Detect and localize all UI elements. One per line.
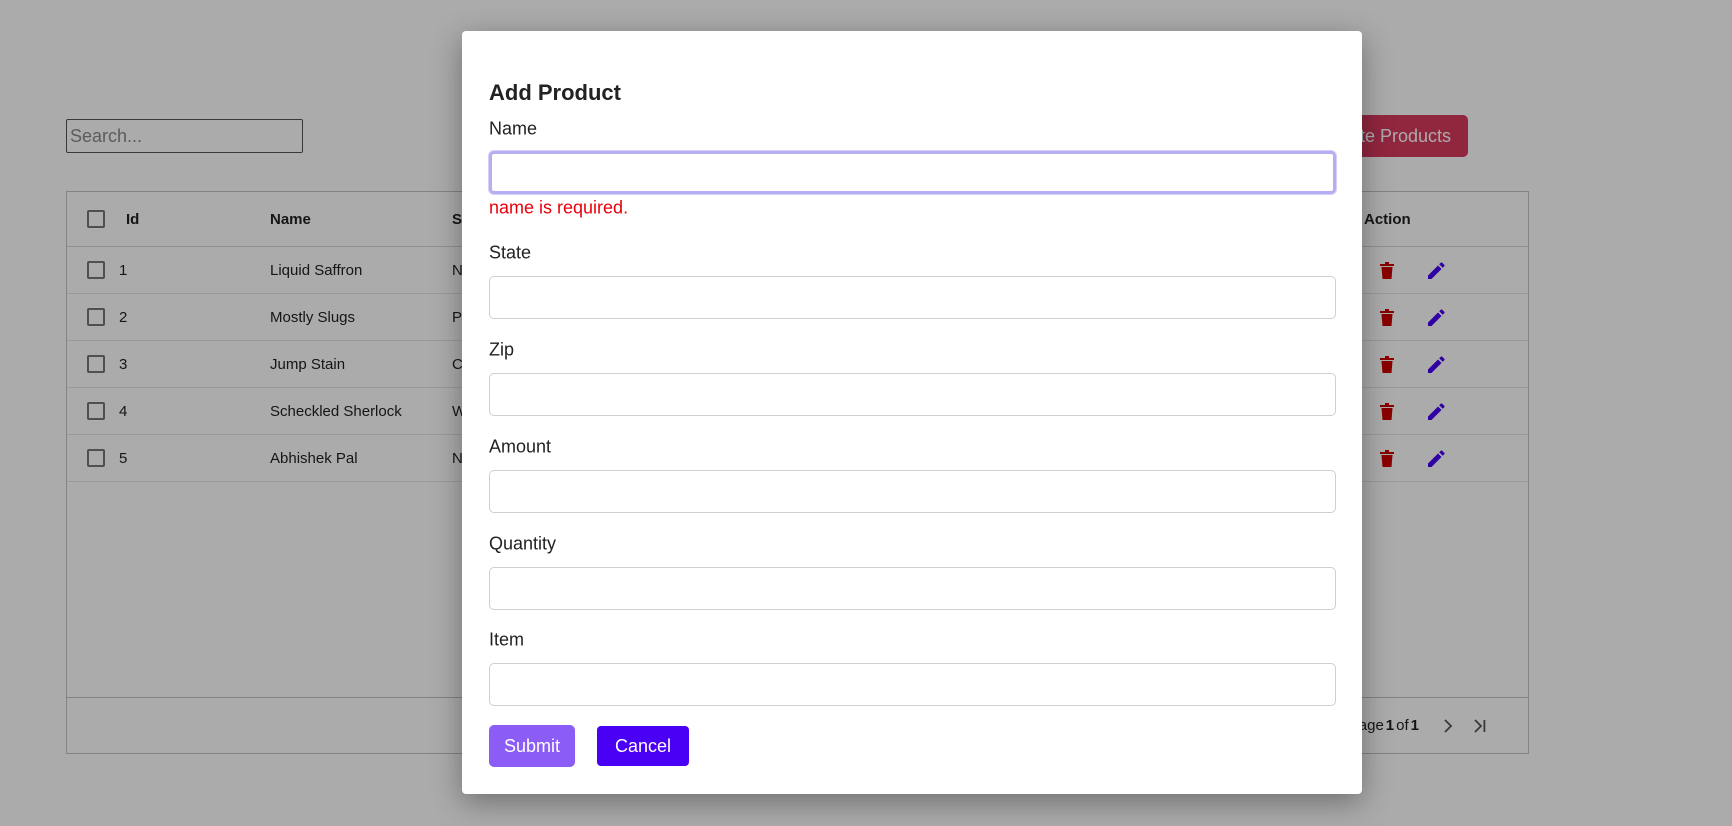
- cancel-button[interactable]: Cancel: [597, 726, 689, 766]
- name-error-message: name is required.: [489, 197, 629, 218]
- quantity-field[interactable]: [489, 567, 1336, 610]
- submit-button[interactable]: Submit: [489, 725, 575, 767]
- item-label: Item: [489, 629, 525, 650]
- quantity-label: Quantity: [489, 533, 557, 554]
- zip-field[interactable]: [489, 373, 1336, 416]
- name-field[interactable]: [489, 151, 1336, 194]
- zip-label: Zip: [489, 339, 515, 360]
- state-label: State: [489, 242, 532, 263]
- item-field[interactable]: [489, 663, 1336, 706]
- state-field[interactable]: [489, 276, 1336, 319]
- amount-label: Amount: [489, 436, 552, 457]
- amount-field[interactable]: [489, 470, 1336, 513]
- add-product-dialog: Add Product Name name is required. State…: [462, 31, 1362, 794]
- dialog-title: Add Product: [489, 80, 621, 105]
- name-label: Name: [489, 118, 538, 139]
